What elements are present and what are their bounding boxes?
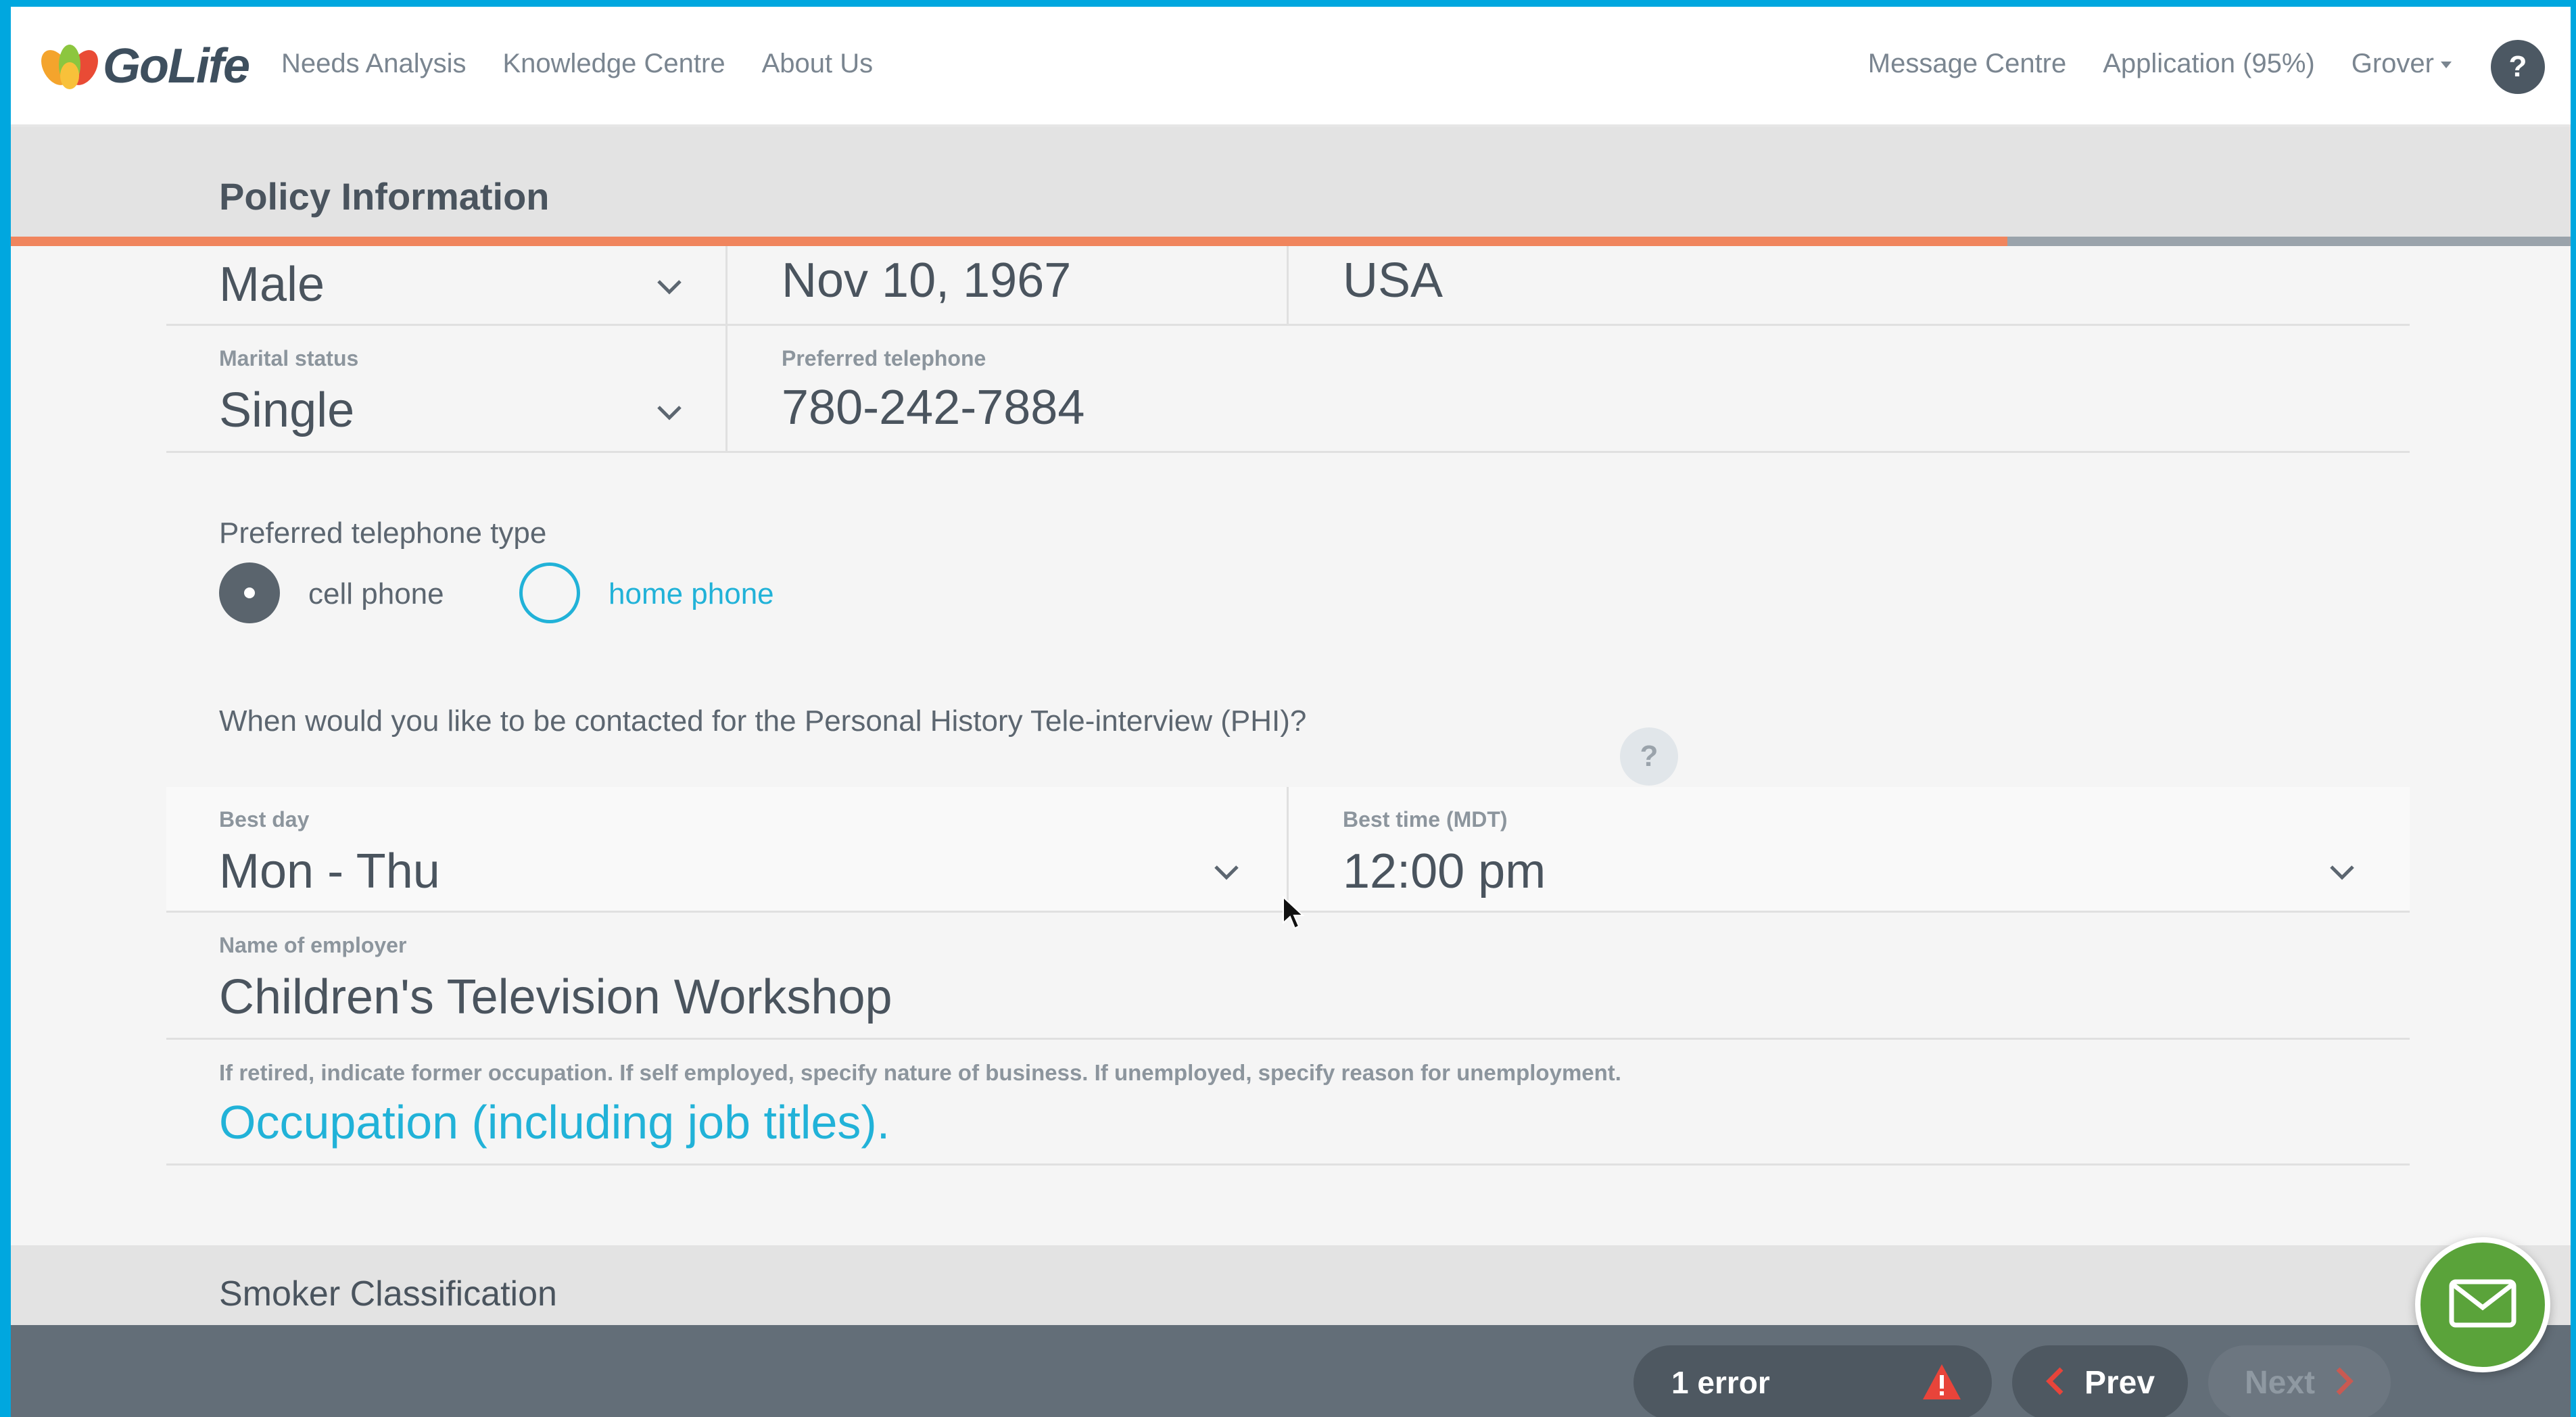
mouse-cursor-icon [1282, 895, 1305, 931]
marital-status-label: Marital status [219, 346, 359, 370]
gender-select[interactable]: Male [166, 246, 728, 324]
country-field[interactable]: USA [1289, 246, 2410, 324]
gender-value: Male [219, 258, 325, 312]
home-phone-label[interactable]: home phone [609, 577, 774, 611]
phone-value: 780-242-7884 [782, 381, 1085, 435]
employer-label: Name of employer [219, 933, 407, 957]
envelope-icon [2449, 1279, 2517, 1331]
next-button[interactable]: Next [2208, 1345, 2391, 1417]
main-nav: Needs Analysis Knowledge Centre About Us [281, 49, 873, 79]
section-header: Policy Information [11, 127, 2571, 241]
nav-needs-analysis[interactable]: Needs Analysis [281, 49, 466, 79]
dob-value: Nov 10, 1967 [782, 254, 1072, 308]
best-time-label: Best time (MDT) [1343, 807, 1508, 832]
leaf-logo-icon [41, 42, 99, 91]
chevron-down-icon [656, 399, 683, 426]
nav-message-centre[interactable]: Message Centre [1868, 49, 2066, 79]
account-nav: Message Centre Application (95%) Grover [1868, 49, 2452, 79]
phone-field[interactable]: Preferred telephone 780-242-7884 [728, 326, 2410, 451]
chevron-down-icon [2329, 859, 2356, 886]
section-title: Policy Information [219, 175, 550, 218]
chevron-left-icon [2045, 1366, 2066, 1399]
employer-field[interactable]: Name of employer Children's Television W… [166, 913, 2410, 1038]
nav-about-us[interactable]: About Us [762, 49, 874, 79]
cell-phone-label[interactable]: cell phone [308, 577, 444, 611]
smoker-classification-title: Smoker Classification [219, 1274, 557, 1314]
error-count: 1 error [1671, 1365, 1770, 1400]
contact-row: Marital status Single Preferred telephon… [166, 326, 2410, 453]
progress-bar [11, 237, 2571, 246]
next-label: Next [2244, 1364, 2316, 1401]
prev-button[interactable]: Prev [2012, 1345, 2188, 1417]
chevron-right-icon [2334, 1366, 2354, 1399]
occupation-hint: If retired, indicate former occupation. … [219, 1060, 1621, 1085]
personal-row: Male Nov 10, 1967 USA [166, 246, 2410, 326]
cell-phone-radio[interactable] [219, 562, 280, 623]
nav-application-progress[interactable]: Application (95%) [2103, 49, 2315, 79]
app-window: GoLife Needs Analysis Knowledge Centre A… [11, 7, 2571, 1417]
phi-question: When would you like to be contacted for … [219, 704, 1307, 738]
nav-knowledge-centre[interactable]: Knowledge Centre [502, 49, 725, 79]
marital-status-select[interactable]: Marital status Single [166, 326, 728, 451]
occupation-row: If retired, indicate former occupation. … [166, 1040, 2410, 1166]
employer-value: Children's Television Workshop [219, 970, 892, 1024]
dob-field[interactable]: Nov 10, 1967 [728, 246, 1289, 324]
message-button[interactable] [2415, 1237, 2550, 1372]
top-navigation: GoLife Needs Analysis Knowledge Centre A… [11, 7, 2571, 127]
chevron-down-icon [1213, 859, 1240, 886]
home-phone-radio[interactable] [519, 562, 580, 623]
best-time-select[interactable]: Best time (MDT) 12:00 pm [1289, 787, 2410, 911]
best-day-label: Best day [219, 807, 310, 832]
country-value: USA [1343, 254, 1444, 308]
user-menu[interactable]: Grover [2352, 49, 2452, 79]
policy-form: Male Nov 10, 1967 USA Marital status Sin… [11, 246, 2571, 1247]
user-name: Grover [2351, 49, 2434, 78]
phone-type-label: Preferred telephone type [219, 517, 547, 550]
contact-time-row: Best day Mon - Thu Best time (MDT) 12:00… [166, 787, 2410, 913]
best-day-select[interactable]: Best day Mon - Thu [166, 787, 1289, 911]
golife-logo[interactable]: GoLife [41, 34, 250, 99]
brand-name: GoLife [103, 39, 250, 93]
prev-label: Prev [2084, 1364, 2155, 1401]
best-day-value: Mon - Thu [219, 844, 440, 898]
caret-down-icon [2441, 62, 2452, 69]
phone-label: Preferred telephone [782, 346, 986, 370]
employer-row: Name of employer Children's Television W… [166, 913, 2410, 1040]
footer-bar: 1 error Prev Next [11, 1325, 2571, 1417]
error-indicator-button[interactable]: 1 error [1633, 1345, 1992, 1417]
warning-icon [1922, 1363, 1962, 1401]
chevron-down-icon [656, 273, 683, 300]
smoker-classification-section: Smoker Classification [11, 1245, 2571, 1326]
phi-help-button[interactable]: ? [1620, 727, 1678, 786]
help-button[interactable]: ? [2491, 40, 2545, 94]
marital-status-value: Single [219, 383, 355, 437]
progress-bar-fill [11, 237, 2008, 246]
best-time-value: 12:00 pm [1343, 844, 1546, 898]
occupation-input[interactable]: Occupation (including job titles). [219, 1095, 890, 1149]
